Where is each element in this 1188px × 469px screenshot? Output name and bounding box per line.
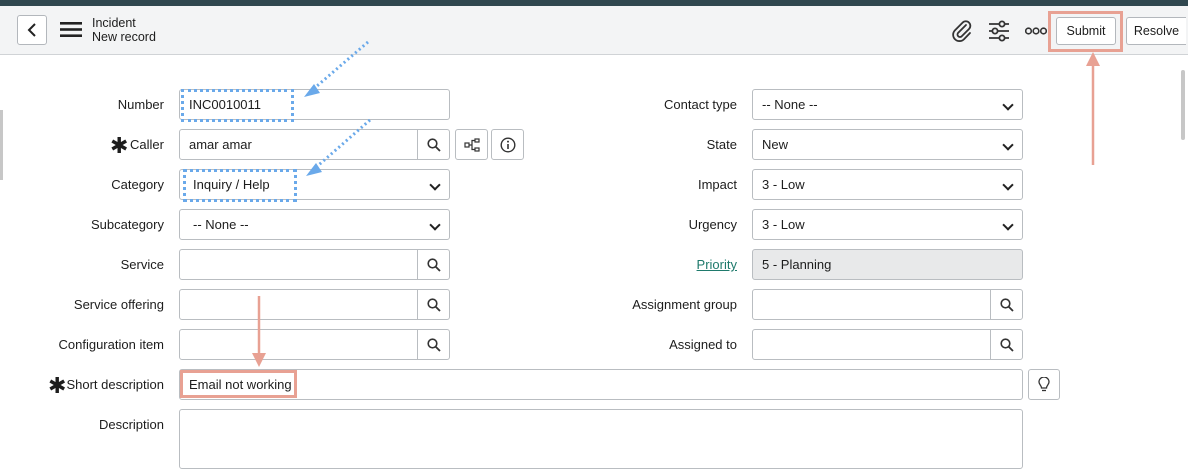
caller-info-button[interactable] [491, 129, 524, 160]
urgency-label: Urgency [688, 217, 737, 232]
paperclip-icon[interactable] [951, 19, 973, 43]
subcategory-label: Subcategory [91, 217, 164, 232]
search-icon [426, 297, 441, 312]
lightbulb-icon [1038, 376, 1050, 391]
info-icon [499, 136, 516, 153]
form-header: Incident New record Submit Resolve [0, 6, 1188, 55]
contact-type-label: Contact type [664, 97, 737, 112]
more-icon[interactable] [1025, 26, 1047, 36]
service-lookup-button[interactable] [417, 249, 450, 280]
configuration-item-field[interactable] [179, 329, 418, 360]
caller-lookup-button[interactable] [417, 129, 450, 160]
impact-select[interactable]: 3 - Low [752, 169, 1023, 200]
state-select[interactable]: New [752, 129, 1023, 160]
short-description-required-icon: ✱ [48, 373, 67, 398]
category-label: Category [111, 177, 164, 192]
short-description-field[interactable]: Email not working [179, 369, 1023, 400]
state-label: State [706, 137, 737, 152]
contact-type-select[interactable]: -- None -- [752, 89, 1023, 120]
service-label: Service [120, 257, 164, 272]
search-icon [426, 337, 441, 352]
assigned-to-field[interactable] [752, 329, 991, 360]
assigned-to-label: Assigned to [669, 337, 737, 352]
back-icon [27, 23, 36, 37]
page-subtitle: New record [92, 30, 156, 44]
title-block: Incident New record [92, 16, 156, 44]
back-button[interactable] [17, 15, 47, 45]
subcategory-select[interactable]: -- None -- [179, 209, 450, 240]
number-label: Number [117, 97, 164, 112]
assignment-group-label: Assignment group [632, 297, 737, 312]
service-offering-label: Service offering [73, 297, 164, 312]
search-icon [999, 337, 1014, 352]
configuration-item-label: Configuration item [58, 337, 165, 352]
assignment-group-lookup-button[interactable] [990, 289, 1023, 320]
suggestion-button[interactable] [1028, 369, 1060, 400]
category-highlight [183, 169, 297, 202]
service-offering-lookup-button[interactable] [417, 289, 450, 320]
settings-sliders-icon[interactable] [987, 19, 1011, 43]
impact-label: Impact [697, 177, 737, 192]
vertical-scrollbar[interactable] [1181, 70, 1185, 140]
number-highlight [181, 89, 294, 122]
priority-field: 5 - Planning [752, 249, 1023, 280]
assignment-group-field[interactable] [752, 289, 991, 320]
short-description-label: Short description [66, 377, 164, 392]
description-label: Description [98, 417, 164, 432]
configuration-item-lookup-button[interactable] [417, 329, 450, 360]
search-icon [426, 137, 441, 152]
search-icon [426, 257, 441, 272]
submit-highlight [1048, 11, 1123, 52]
menu-icon[interactable] [60, 21, 82, 38]
search-icon [999, 297, 1014, 312]
short-description-highlight [180, 370, 297, 398]
hierarchy-icon [463, 137, 480, 152]
urgency-select[interactable]: 3 - Low [752, 209, 1023, 240]
caller-required-icon: ✱ [110, 133, 129, 158]
assigned-to-lookup-button[interactable] [990, 329, 1023, 360]
left-edge-bar [0, 110, 3, 180]
page-title: Incident [92, 16, 136, 30]
caller-label: Caller [130, 137, 164, 152]
priority-link[interactable]: Priority [697, 257, 737, 272]
resolve-button[interactable]: Resolve [1126, 17, 1186, 45]
description-textarea[interactable] [179, 409, 1023, 469]
caller-hierarchy-button[interactable] [455, 129, 488, 160]
service-field[interactable] [179, 249, 418, 280]
service-offering-field[interactable] [179, 289, 418, 320]
caller-field[interactable]: amar amar [179, 129, 418, 160]
